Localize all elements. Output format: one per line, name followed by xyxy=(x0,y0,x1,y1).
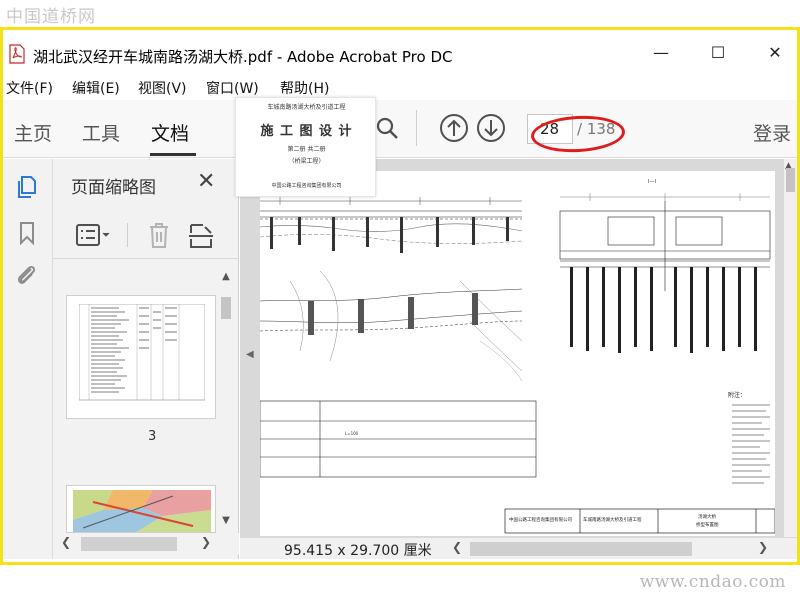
page-thumbnail-4[interactable] xyxy=(66,485,216,533)
doc-scroll-right-arrow[interactable]: ❯ xyxy=(758,540,768,554)
svg-text:L=100: L=100 xyxy=(345,431,359,436)
page-preview-popup: 车城南路汤湖大桥及引道工程 施 工 图 设 计 第二册 共二册 （桥梁工程） 中… xyxy=(235,97,376,197)
bridge-drawing: L=100 Ⅰ—Ⅰ 附注： 中国公路工程咨询集团有限公司 车城南路汤湖大桥及引道… xyxy=(260,179,775,534)
menu-edit[interactable]: 编辑(E) xyxy=(72,78,120,98)
title-block-company: 中国公路工程咨询集团有限公司 xyxy=(509,516,572,523)
document-view: ◀ L=100 Ⅰ—Ⅰ 附注： 中国公路工程咨询集团有限公司 车城南路汤湖大桥及… xyxy=(240,159,784,559)
tab-tools[interactable]: 工具 xyxy=(82,119,120,146)
thumbnail-page-label: 3 xyxy=(148,429,157,444)
tab-document[interactable]: 文档 xyxy=(151,119,189,146)
login-button[interactable]: 登录 xyxy=(753,119,791,146)
title-block-subtitle: 桥型布置图 xyxy=(696,521,719,528)
title-block-project: 车城南路汤湖大桥及引道工程 xyxy=(583,516,642,523)
doc-scroll-left-arrow[interactable]: ❮ xyxy=(452,540,462,554)
scroll-down-arrow[interactable]: ▼ xyxy=(219,515,233,529)
popup-project: 车城南路汤湖大桥及引道工程 xyxy=(267,104,346,111)
popup-company: 中国公路工程咨询集团有限公司 xyxy=(271,183,342,189)
status-bar: 95.415 x 29.700 厘米 ❮ ❯ xyxy=(240,537,797,559)
document-scroll-thumb[interactable] xyxy=(786,168,795,192)
attachment-icon[interactable] xyxy=(13,261,41,289)
search-icon[interactable] xyxy=(375,116,399,140)
page-size-readout: 95.415 x 29.700 厘米 xyxy=(284,543,432,559)
page-thumbnails-icon[interactable] xyxy=(13,173,41,201)
thumbnail-table-preview xyxy=(79,304,205,401)
page-thumbnail-3[interactable] xyxy=(66,295,216,419)
pdf-page: L=100 Ⅰ—Ⅰ 附注： 中国公路工程咨询集团有限公司 车城南路汤湖大桥及引道… xyxy=(260,171,775,536)
minimize-button[interactable]: — xyxy=(646,40,676,66)
panel-toolbar xyxy=(53,211,239,259)
arrow-down-icon xyxy=(484,120,498,137)
thumbnail-panel: 页面缩略图 ✕ ▲ ▼ 3 ❮ ❯ xyxy=(53,159,239,559)
popup-title: 施 工 图 设 计 xyxy=(260,124,353,139)
scroll-up-arrow[interactable]: ▲ xyxy=(219,271,233,285)
menu-view[interactable]: 视图(V) xyxy=(138,78,187,98)
pdf-file-icon xyxy=(9,44,25,64)
document-vertical-scrollbar[interactable]: ▲ xyxy=(784,159,797,537)
popup-section: （桥梁工程） xyxy=(288,158,325,165)
scroll-right-arrow[interactable]: ❯ xyxy=(201,535,211,549)
maximize-button[interactable]: ☐ xyxy=(703,40,733,66)
arrow-up-icon xyxy=(447,119,461,136)
title-block-sheet: 汤湖大桥 xyxy=(698,513,716,520)
menu-bar: 文件(F) 编辑(E) 视图(V) 窗口(W) 帮助(H) xyxy=(3,74,797,100)
panel-title: 页面缩略图 xyxy=(71,178,156,198)
window-title: 湖北武汉经开车城南路汤湖大桥.pdf - Adobe Acrobat Pro D… xyxy=(33,48,453,66)
main-toolbar: 主页 工具 文档 28 / 138 登录 xyxy=(3,100,797,158)
thumbnail-options-icon[interactable] xyxy=(75,223,113,247)
toolbar-divider xyxy=(416,110,417,146)
tab-home[interactable]: 主页 xyxy=(14,119,52,146)
panel-tool-divider xyxy=(127,223,128,247)
screenshot-frame: 中国道桥网 湖北武汉经开车城南路汤湖大桥.pdf - Adobe Acrobat… xyxy=(0,0,800,600)
bookmark-icon[interactable] xyxy=(13,219,41,247)
menu-window[interactable]: 窗口(W) xyxy=(206,78,259,98)
close-panel-icon[interactable]: ✕ xyxy=(197,169,215,194)
collapse-panel-arrow[interactable]: ◀ xyxy=(246,349,254,360)
active-tab-indicator xyxy=(150,153,196,156)
next-page-button[interactable] xyxy=(477,114,505,142)
watermark-top: 中国道桥网 xyxy=(6,7,96,27)
document-horizontal-thumb[interactable] xyxy=(470,542,692,556)
close-window-button[interactable]: ✕ xyxy=(760,40,790,66)
panel-scroll-thumb[interactable] xyxy=(221,297,231,319)
title-bar: 湖北武汉经开车城南路汤湖大桥.pdf - Adobe Acrobat Pro D… xyxy=(3,30,797,74)
watermark-bottom: www.cndao.com xyxy=(639,572,786,592)
left-rail xyxy=(3,159,53,559)
thumbnail-map-preview xyxy=(73,490,211,532)
delete-icon[interactable] xyxy=(147,221,171,249)
extract-pages-icon[interactable] xyxy=(187,221,215,249)
popup-volume: 第二册 共二册 xyxy=(287,146,326,153)
section-label: Ⅰ—Ⅰ xyxy=(648,179,656,185)
menu-file[interactable]: 文件(F) xyxy=(6,78,53,98)
scroll-left-arrow[interactable]: ❮ xyxy=(61,535,71,549)
panel-horizontal-thumb[interactable] xyxy=(81,537,177,551)
notes-title: 附注： xyxy=(728,391,746,399)
previous-page-button[interactable] xyxy=(440,114,468,142)
menu-help[interactable]: 帮助(H) xyxy=(280,78,329,98)
